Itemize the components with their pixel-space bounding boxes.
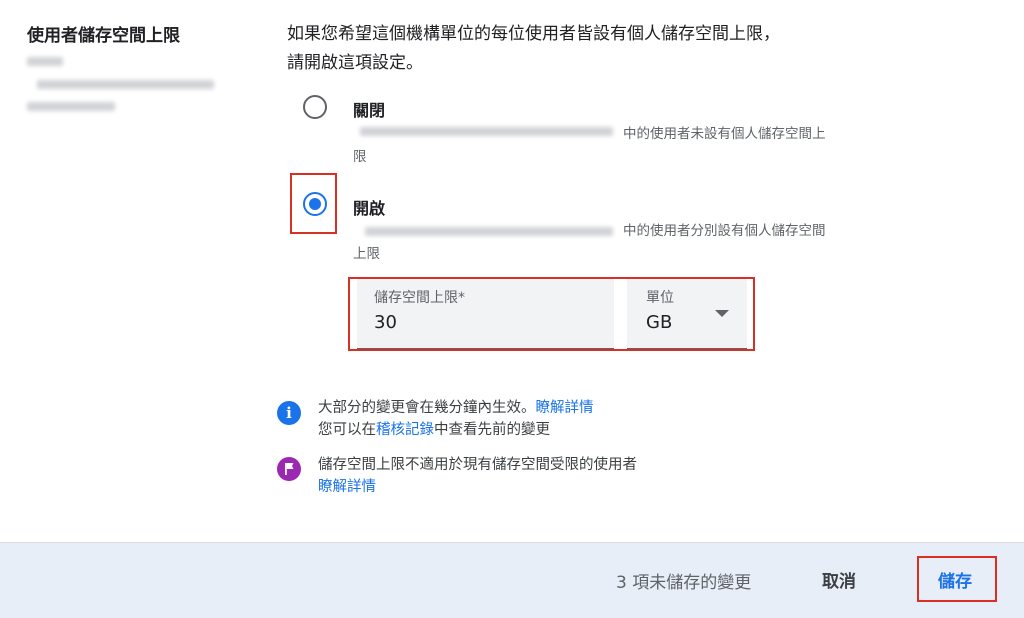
storage-limit-input[interactable]: 儲存空間上限* 30	[357, 279, 614, 349]
radio-on[interactable]	[303, 192, 327, 216]
setting-title: 使用者儲存空間上限	[27, 26, 180, 46]
footer-bar: 3 項未儲存的變更 取消 儲存	[0, 542, 1024, 618]
unit-label: 單位	[646, 290, 674, 306]
dropdown-arrow-icon	[715, 310, 729, 317]
radio-off[interactable]	[303, 95, 327, 119]
option-on-description: 中的使用者分別設有個人儲存空間 上限	[353, 223, 826, 262]
unit-value: GB	[646, 312, 673, 333]
storage-limit-label: 儲存空間上限*	[374, 290, 465, 306]
option-on-label: 開啟	[353, 199, 386, 218]
option-off-label: 關閉	[353, 101, 386, 120]
blurred-org-text	[27, 57, 63, 66]
cancel-button[interactable]: 取消	[822, 567, 856, 592]
learn-more-link[interactable]: 瞭解詳情	[536, 400, 594, 416]
option-off-description: 中的使用者未設有個人儲存空間上 限	[353, 126, 826, 165]
unsaved-changes-count: 3 項未儲存的變更	[616, 573, 752, 593]
setting-description: 如果您希望這個機構單位的每位使用者皆設有個人儲存空間上限， 請開啟這項設定。	[287, 24, 780, 73]
info-icon: i	[277, 401, 301, 425]
storage-limit-value: 30	[374, 312, 397, 333]
info-note: 大部分的變更會在幾分鐘內生效。瞭解詳情 您可以在稽核記錄中查看先前的變更	[318, 400, 594, 438]
flag-icon	[277, 457, 301, 481]
save-button[interactable]: 儲存	[938, 567, 972, 592]
audit-log-link[interactable]: 稽核記錄	[376, 422, 434, 438]
blurred-org-text	[27, 102, 115, 111]
flag-note: 儲存空間上限不適用於現有儲存空間受限的使用者 瞭解詳情	[318, 454, 637, 498]
unit-select[interactable]: 單位 GB	[627, 279, 747, 349]
blurred-org-text	[37, 80, 214, 89]
learn-more-link-2[interactable]: 瞭解詳情	[318, 476, 637, 498]
